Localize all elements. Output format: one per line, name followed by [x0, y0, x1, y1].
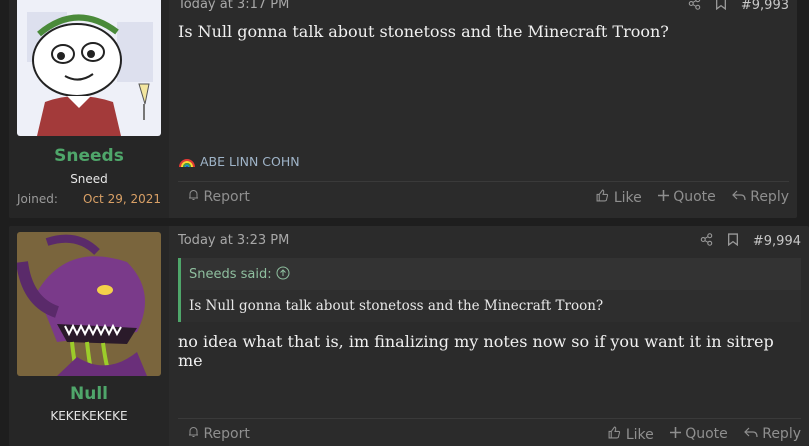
avatar[interactable] [17, 0, 161, 136]
quote-text: Is Null gonna talk about stonetoss and t… [181, 290, 801, 322]
quote-header[interactable]: Sneeds said: [181, 258, 801, 290]
post-footer: Report Like Quote Reply [178, 181, 789, 216]
quote-label: Quote [673, 189, 716, 205]
quote-block: Sneeds said: Is Null gonna talk about st… [178, 258, 801, 322]
report-label: Report [203, 426, 250, 442]
quote-button[interactable]: Quote [669, 426, 728, 443]
bell-icon [188, 189, 199, 205]
bookmark-icon[interactable] [715, 0, 727, 14]
user-panel: Sneeds Sneed Joined: Oct 29, 2021 [9, 0, 169, 218]
user-title: KEKEKEKEKE [50, 409, 128, 423]
share-icon[interactable] [700, 233, 713, 250]
post-9993: Sneeds Sneed Joined: Oct 29, 2021 Today … [9, 0, 797, 218]
reply-button[interactable]: Reply [743, 426, 801, 443]
bell-icon [188, 426, 199, 442]
like-button[interactable]: Like [608, 426, 654, 443]
post-time[interactable]: Today at 3:23 PM [178, 233, 289, 248]
post-meta: Today at 3:17 PM #9,993 [178, 0, 789, 14]
like-label: Like [625, 427, 654, 443]
arrow-up-circle-icon[interactable] [276, 266, 290, 282]
plus-icon [657, 189, 669, 205]
signature-text: ABE LINN COHN [199, 154, 300, 169]
post-body: no idea what that is, im finalizing my n… [178, 332, 774, 370]
rainbow-emoji [178, 154, 196, 169]
post-meta: Today at 3:23 PM #9,994 [178, 233, 801, 250]
quote-author: Sneeds said: [189, 267, 272, 282]
like-label: Like [613, 190, 642, 206]
post-number[interactable]: #9,994 [753, 234, 801, 249]
reply-label: Reply [762, 426, 801, 442]
post-footer: Report Like Quote Reply [178, 418, 801, 446]
report-button[interactable]: Report [188, 426, 250, 442]
like-button[interactable]: Like [596, 189, 642, 206]
post-9994: Null KEKEKEKEKE Today at 3:23 PM #9,994 … [9, 226, 809, 446]
post-time[interactable]: Today at 3:17 PM [178, 0, 289, 12]
user-panel: Null KEKEKEKEKE [9, 226, 169, 446]
post-number[interactable]: #9,993 [741, 0, 789, 13]
username[interactable]: Sneeds [9, 146, 169, 166]
thumbs-up-icon [596, 189, 609, 206]
avatar[interactable] [17, 232, 161, 376]
reply-arrow-icon [731, 189, 746, 205]
joined-date: Oct 29, 2021 [83, 192, 161, 206]
joined-label: Joined: [17, 192, 58, 206]
signature: ABE LINN COHN [178, 154, 300, 169]
user-title: Sneed [70, 172, 108, 186]
quote-label: Quote [685, 426, 728, 442]
post-main: Today at 3:17 PM #9,993 Is Null gonna ta… [178, 0, 797, 218]
reply-arrow-icon [743, 426, 758, 442]
report-label: Report [203, 189, 250, 205]
reply-label: Reply [750, 189, 789, 205]
post-main: Today at 3:23 PM #9,994 Sneeds said: Is … [178, 226, 809, 446]
post-body: Is Null gonna talk about stonetoss and t… [178, 22, 669, 41]
quote-button[interactable]: Quote [657, 189, 716, 206]
plus-icon [669, 426, 681, 442]
joined-row: Joined: Oct 29, 2021 [17, 192, 161, 206]
reply-button[interactable]: Reply [731, 189, 789, 206]
share-icon[interactable] [688, 0, 701, 14]
username[interactable]: Null [9, 384, 169, 404]
thumbs-up-icon [608, 426, 621, 443]
bookmark-icon[interactable] [727, 233, 739, 250]
report-button[interactable]: Report [188, 189, 250, 205]
